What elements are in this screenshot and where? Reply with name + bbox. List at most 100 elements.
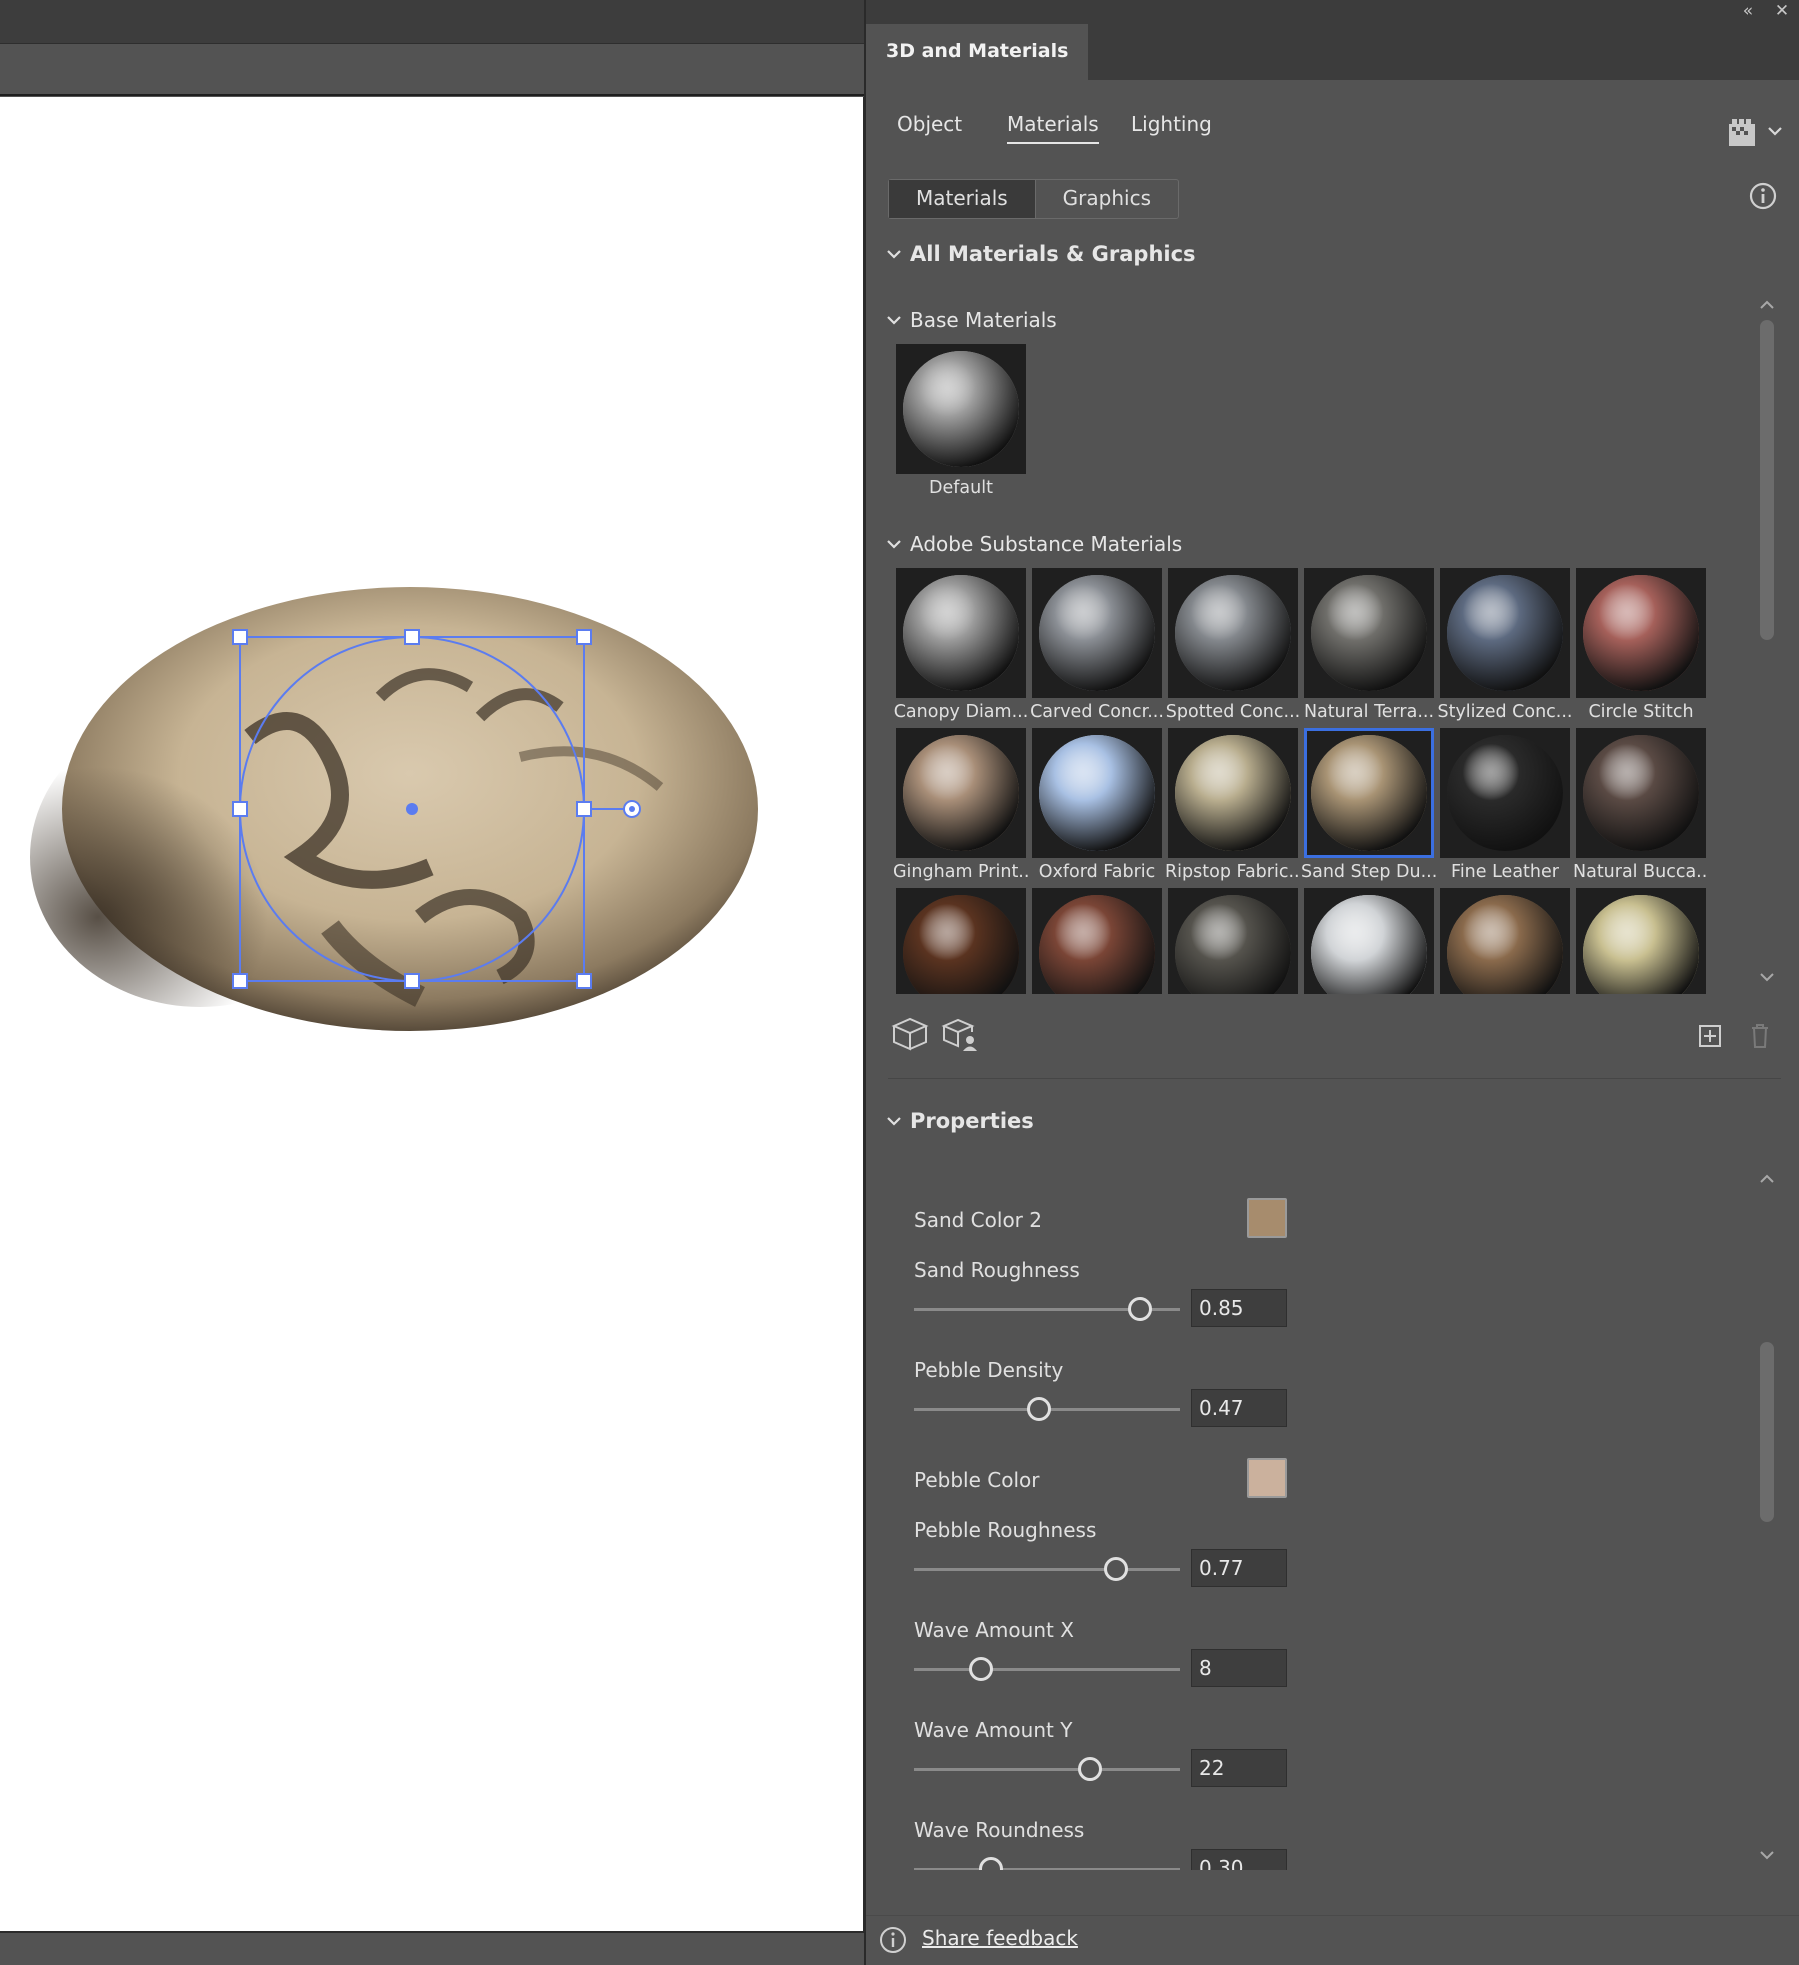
- slider-track[interactable]: [914, 1768, 1180, 1771]
- slider-track[interactable]: [914, 1668, 1180, 1671]
- sphere-canopy-icon: [903, 575, 1019, 691]
- material-label: Circle Stitch: [1588, 702, 1694, 722]
- value-field[interactable]: 22: [1191, 1749, 1287, 1787]
- new-material-icon[interactable]: [1690, 1016, 1730, 1056]
- panel-tab-bar: 3D and Materials: [866, 24, 1799, 80]
- material-tile[interactable]: [1168, 568, 1298, 698]
- material-label: Gingham Print...: [893, 862, 1029, 882]
- material-label: Spotted Conc...: [1165, 702, 1301, 722]
- slider-thumb[interactable]: [1104, 1557, 1129, 1581]
- share-feedback-link[interactable]: Share feedback: [922, 1926, 1078, 1950]
- info-icon[interactable]: [1748, 181, 1778, 211]
- material-tile[interactable]: [1032, 728, 1162, 858]
- info-icon: [880, 1927, 906, 1953]
- sphere-wood-icon: [903, 895, 1019, 994]
- chevron-down-icon: [887, 316, 901, 325]
- apply-material-icon[interactable]: [940, 1014, 980, 1054]
- property-label: Sand Color 2: [914, 1208, 1042, 1232]
- document-tab-bar: [0, 0, 864, 44]
- sphere-circle-stitch-icon: [1583, 575, 1699, 691]
- sphere-buccaneer-icon: [1583, 735, 1699, 851]
- material-label: Ripstop Fabric...: [1165, 862, 1301, 882]
- slider-track[interactable]: [914, 1868, 1180, 1870]
- base-materials-header[interactable]: Base Materials: [886, 308, 1057, 332]
- slider-thumb[interactable]: [1027, 1397, 1052, 1421]
- material-tile[interactable]: [1576, 568, 1706, 698]
- substance-materials-title: Adobe Substance Materials: [910, 532, 1183, 556]
- sphere-default-icon: [903, 351, 1019, 467]
- tab-lighting[interactable]: Lighting: [1131, 112, 1212, 142]
- all-materials-title: All Materials & Graphics: [910, 242, 1196, 266]
- scroll-up-icon[interactable]: [1758, 296, 1776, 314]
- value-field[interactable]: 0.30: [1191, 1849, 1287, 1870]
- base-materials-title: Base Materials: [910, 308, 1057, 332]
- material-tile[interactable]: [1032, 568, 1162, 698]
- segment-materials[interactable]: Materials: [889, 180, 1036, 218]
- chevron-down-icon[interactable]: [1766, 122, 1784, 140]
- material-tile[interactable]: [1304, 888, 1434, 994]
- delete-material-icon[interactable]: [1740, 1016, 1780, 1056]
- panel-footer: Share feedback: [866, 1915, 1799, 1965]
- material-tile[interactable]: [1168, 888, 1298, 994]
- material-tile[interactable]: [1304, 568, 1434, 698]
- properties-header[interactable]: Properties: [886, 1109, 1034, 1133]
- value-field[interactable]: 0.85: [1191, 1289, 1287, 1327]
- sphere-ripstop-icon: [1175, 735, 1291, 851]
- segment-graphics[interactable]: Graphics: [1036, 180, 1178, 218]
- sphere-speckled-icon: [1583, 895, 1699, 994]
- color-swatch[interactable]: [1247, 1458, 1287, 1498]
- collapse-panel-icon[interactable]: «: [1736, 0, 1760, 24]
- all-materials-header[interactable]: All Materials & Graphics: [886, 242, 1196, 266]
- artboard[interactable]: [0, 97, 864, 1931]
- library-scrollbar[interactable]: [1758, 296, 1776, 992]
- substance-materials-grid: Canopy Diam... Carved Concr... Spotted Con…: [866, 568, 1756, 994]
- chevron-down-icon: [887, 1117, 901, 1126]
- property-label: Wave Amount Y: [914, 1718, 1073, 1742]
- sphere-oxford-icon: [1039, 735, 1155, 851]
- material-tile[interactable]: [1304, 728, 1434, 858]
- sphere-gingham-icon: [903, 735, 1019, 851]
- substance-materials-header[interactable]: Adobe Substance Materials: [886, 532, 1182, 556]
- property-label: Wave Amount X: [914, 1618, 1074, 1642]
- material-tile-default[interactable]: [896, 344, 1026, 474]
- material-tile[interactable]: [1576, 728, 1706, 858]
- material-tile[interactable]: [896, 568, 1026, 698]
- 3d-materials-panel: « ✕ 3D and Materials Object Materials Li…: [864, 0, 1799, 1965]
- value-field[interactable]: 8: [1191, 1649, 1287, 1687]
- value-field[interactable]: 0.77: [1191, 1549, 1287, 1587]
- render-view-icon[interactable]: [1726, 116, 1758, 148]
- material-tile[interactable]: [1440, 888, 1570, 994]
- material-tile[interactable]: [896, 888, 1026, 994]
- close-panel-icon[interactable]: ✕: [1770, 0, 1794, 24]
- slider-track[interactable]: [914, 1568, 1180, 1571]
- tab-object[interactable]: Object: [897, 112, 962, 142]
- 3d-pebble-object[interactable]: [30, 587, 758, 1031]
- slider-thumb[interactable]: [1128, 1297, 1153, 1321]
- material-tile[interactable]: [1168, 728, 1298, 858]
- slider-thumb[interactable]: [1077, 1757, 1102, 1781]
- slider-thumb[interactable]: [968, 1657, 993, 1681]
- material-tile[interactable]: [1440, 728, 1570, 858]
- material-label: Oxford Fabric: [1038, 862, 1156, 882]
- materials-graphics-switch: Materials Graphics: [888, 179, 1179, 219]
- sphere-hammered-icon: [1447, 895, 1563, 994]
- sphere-stylized-icon: [1447, 575, 1563, 691]
- material-tile[interactable]: [1440, 568, 1570, 698]
- scroll-down-icon[interactable]: [1758, 968, 1776, 986]
- material-tile[interactable]: [1032, 888, 1162, 994]
- value-field[interactable]: 0.47: [1191, 1389, 1287, 1427]
- center-point: [406, 803, 418, 815]
- material-label: Carved Concr...: [1030, 702, 1164, 722]
- material-tile[interactable]: [1576, 888, 1706, 994]
- tab-materials[interactable]: Materials: [1007, 112, 1099, 144]
- add-material-cube-icon[interactable]: [890, 1014, 930, 1054]
- material-tile[interactable]: [896, 728, 1026, 858]
- property-label: Pebble Roughness: [914, 1518, 1097, 1542]
- slider-thumb[interactable]: [979, 1857, 1004, 1870]
- color-swatch[interactable]: [1247, 1198, 1287, 1238]
- chevron-down-icon: [887, 250, 901, 259]
- panel-top-strip: « ✕: [866, 0, 1799, 24]
- library-scroll-thumb[interactable]: [1760, 320, 1774, 640]
- panel-title-tab[interactable]: 3D and Materials: [866, 24, 1089, 80]
- artwork-canvas[interactable]: [0, 97, 864, 1931]
